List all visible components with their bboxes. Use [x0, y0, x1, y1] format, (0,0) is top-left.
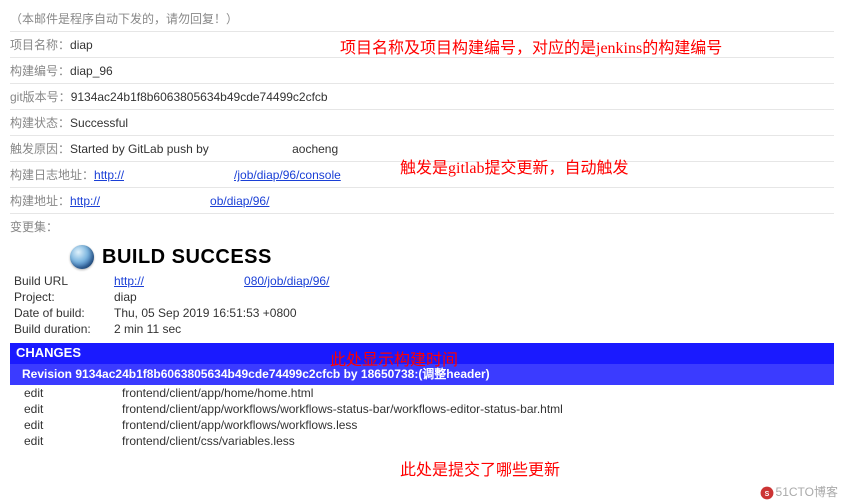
change-path: frontend/client/app/home/home.html [110, 385, 834, 401]
value-status: Successful [70, 116, 128, 130]
svg-text:S: S [764, 491, 769, 498]
row-log-url: 构建日志地址： http:// /job/diap/96/console [10, 161, 834, 187]
table-row: Project: diap [14, 289, 335, 305]
change-op: edit [10, 385, 110, 401]
build-url-p2: ob/diap/96/ [210, 194, 269, 208]
rev-by: by [340, 367, 361, 381]
row-git: git版本号： 9134ac24b1f8b6063805634b49cde744… [10, 83, 834, 109]
value-trigger: Started by GitLab push by aocheng [70, 142, 338, 156]
trigger-user: aocheng [292, 142, 338, 156]
redacted [144, 277, 244, 287]
change-op: edit [10, 417, 110, 433]
build-url-p1: http:// [70, 194, 100, 208]
changes-header: CHANGES [10, 343, 834, 364]
redacted [212, 145, 292, 155]
build-project-label: Project: [14, 289, 114, 305]
rev-author: 18650738: [361, 367, 418, 381]
watermark-text: 51CTO博客 [776, 485, 838, 499]
table-row: editfrontend/client/app/home/home.html [10, 385, 834, 401]
row-trigger: 触发原因： Started by GitLab push by aocheng [10, 135, 834, 161]
value-build-no: diap_96 [70, 64, 113, 78]
row-build-no: 构建编号： diap_96 [10, 57, 834, 83]
log-url-p2: /job/diap/96/console [234, 168, 341, 182]
label-log-url: 构建日志地址： [10, 166, 94, 183]
value-project-name: diap [70, 38, 93, 52]
rev-prefix: Revision [22, 367, 75, 381]
label-build-no: 构建编号： [10, 62, 70, 79]
table-row: Date of build: Thu, 05 Sep 2019 16:51:53… [14, 305, 335, 321]
label-build-url: 构建地址： [10, 192, 70, 209]
build-duration-value: 2 min 11 sec [114, 321, 335, 337]
table-row: Build duration: 2 min 11 sec [14, 321, 335, 337]
table-row: editfrontend/client/css/variables.less [10, 433, 834, 449]
build-url-link[interactable]: http:// ob/diap/96/ [70, 194, 269, 208]
changeset-label: 变更集： [10, 213, 834, 239]
log-url-link[interactable]: http:// /job/diap/96/console [94, 168, 341, 182]
build-url-seg2: 080/job/diap/96/ [244, 274, 329, 288]
trigger-prefix: Started by GitLab push by [70, 142, 212, 156]
label-git: git版本号： [10, 88, 71, 105]
rev-msg: (调整header) [418, 367, 489, 381]
build-result-url-link[interactable]: http:// 080/job/diap/96/ [114, 274, 329, 288]
annotation-4: 此处是提交了哪些更新 [400, 460, 560, 482]
build-url-seg1: http:// [114, 274, 144, 288]
row-build-url: 构建地址： http:// ob/diap/96/ [10, 187, 834, 213]
change-path: frontend/client/app/workflows/workflows-… [110, 401, 834, 417]
watermark-logo-icon: S [760, 486, 774, 500]
redacted [124, 171, 234, 181]
build-date-label: Date of build: [14, 305, 114, 321]
label-trigger: 触发原因： [10, 140, 70, 157]
watermark: S 51CTO博客 [760, 483, 838, 500]
redacted [100, 197, 210, 207]
row-project-name: 项目名称： diap [10, 31, 834, 57]
rev-hash: 9134ac24b1f8b6063805634b49cde74499c2cfcb [75, 367, 340, 381]
table-row: editfrontend/client/app/workflows/workfl… [10, 401, 834, 417]
label-status: 构建状态： [10, 114, 70, 131]
label-project-name: 项目名称： [10, 36, 70, 53]
auto-mail-notice: （本邮件是程序自动下发的，请勿回复！） [10, 6, 834, 31]
revision-header: Revision 9134ac24b1f8b6063805634b49cde74… [10, 364, 834, 385]
status-ball-icon [70, 245, 94, 269]
value-git: 9134ac24b1f8b6063805634b49cde74499c2cfcb [71, 90, 328, 104]
change-path: frontend/client/app/workflows/workflows.… [110, 417, 834, 433]
build-success-title: BUILD SUCCESS [102, 246, 272, 269]
build-date-value: Thu, 05 Sep 2019 16:51:53 +0800 [114, 305, 335, 321]
build-duration-label: Build duration: [14, 321, 114, 337]
table-row: Build URL http:// 080/job/diap/96/ [14, 273, 335, 289]
build-url-label: Build URL [14, 273, 114, 289]
change-op: edit [10, 401, 110, 417]
row-status: 构建状态： Successful [10, 109, 834, 135]
table-row: editfrontend/client/app/workflows/workfl… [10, 417, 834, 433]
build-info-table: Build URL http:// 080/job/diap/96/ Projec… [14, 273, 335, 337]
change-op: edit [10, 433, 110, 449]
log-url-p1: http:// [94, 168, 124, 182]
build-success-block: BUILD SUCCESS [10, 239, 834, 271]
build-project-value: diap [114, 289, 335, 305]
changes-table: editfrontend/client/app/home/home.html e… [10, 385, 834, 449]
change-path: frontend/client/css/variables.less [110, 433, 834, 449]
